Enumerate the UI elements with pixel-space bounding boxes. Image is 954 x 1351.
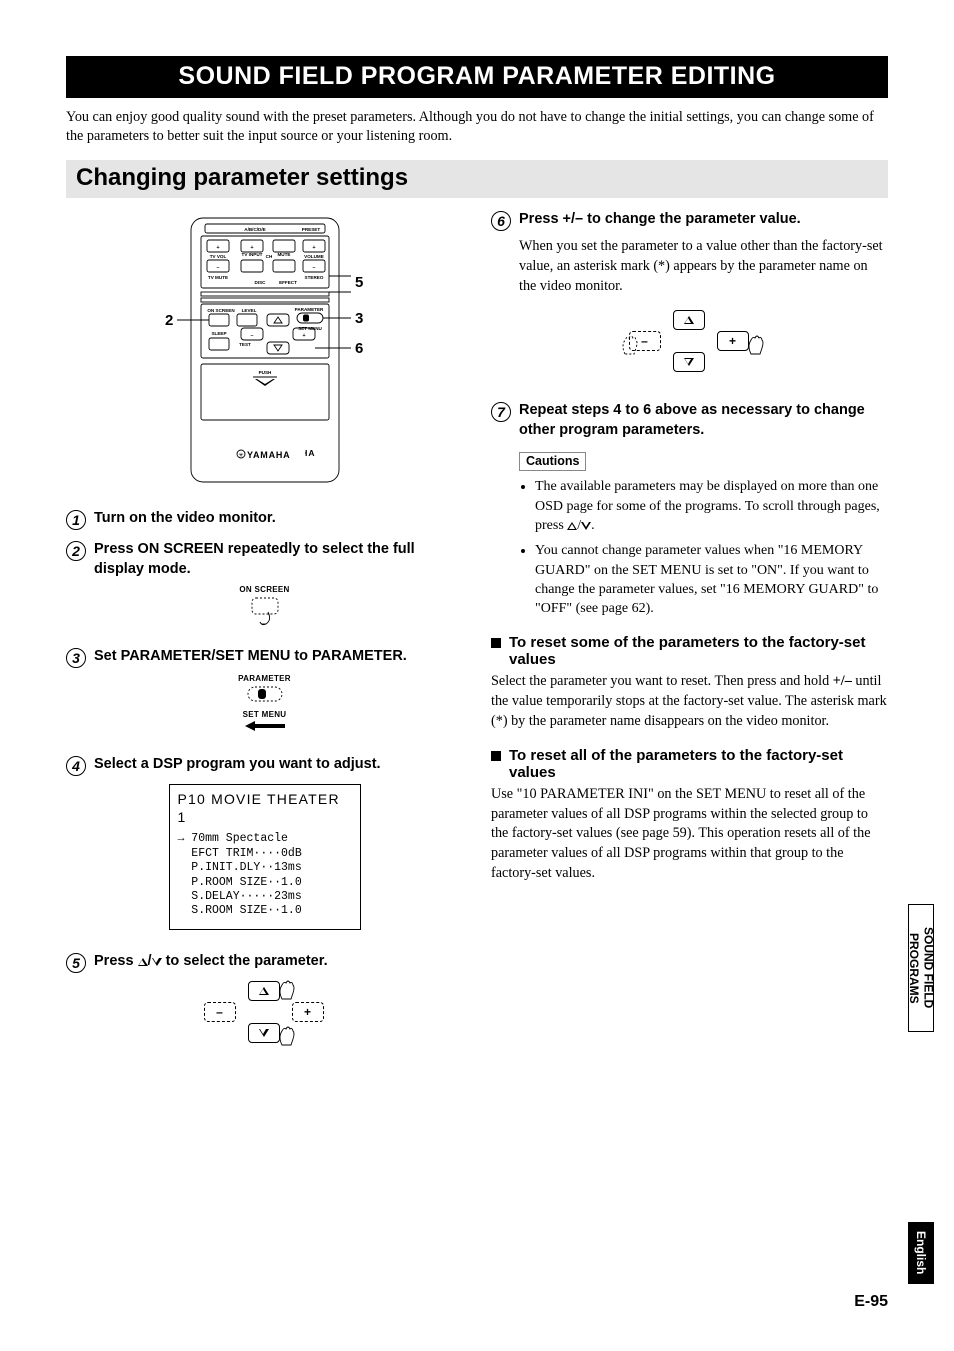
svg-text:+: +: [312, 245, 315, 251]
svg-text:PUSH: PUSH: [258, 370, 271, 375]
cautions-label: Cautions: [519, 452, 586, 471]
subhead-reset-some-body: Select the parameter you want to reset. …: [491, 672, 888, 731]
subhead-reset-all-body: Use "10 PARAMETER INI" on the SET MENU t…: [491, 785, 888, 883]
subhead-reset-all: To reset all of the parameters to the fa…: [491, 747, 888, 781]
remote-diagram: A/B/C/D/E PRESET + + + TV: [66, 212, 463, 493]
svg-text:–: –: [250, 333, 253, 339]
triangle-up-icon: [138, 958, 148, 966]
lbl-preset: PRESET: [301, 227, 320, 232]
step-5-number: 5: [66, 953, 86, 973]
svg-text:SLEEP: SLEEP: [211, 331, 226, 336]
step-6-number: 6: [491, 211, 511, 231]
svg-text:–: –: [216, 265, 219, 271]
svg-text:SET MENU: SET MENU: [298, 326, 322, 331]
side-tab-english: English: [908, 1222, 934, 1284]
svg-text:STEREO: STEREO: [304, 275, 323, 280]
svg-text:5: 5: [355, 274, 363, 291]
svg-text:TV MUTE: TV MUTE: [207, 275, 227, 280]
step-3-illustration: PARAMETER SET MENU: [66, 674, 463, 737]
step-1-number: 1: [66, 510, 86, 530]
step-5-illustration: – +: [66, 979, 463, 1056]
svg-text:LEVEL: LEVEL: [241, 308, 256, 313]
svg-text:+: +: [216, 245, 219, 251]
svg-text:2: 2: [165, 312, 173, 329]
svg-text:–: –: [312, 265, 315, 271]
svg-text:6: 6: [355, 340, 363, 357]
step-7-head: Repeat steps 4 to 6 above as necessary t…: [519, 401, 888, 440]
section-heading: Changing parameter settings: [66, 160, 888, 198]
svg-text:TV VOL: TV VOL: [209, 254, 226, 259]
svg-text:✳: ✳: [238, 452, 243, 459]
svg-text:VOLUME: VOLUME: [304, 254, 324, 259]
side-tab-soundfield: SOUND FIELDPROGRAMS: [908, 904, 934, 1032]
step-6-illustration: – +: [491, 308, 888, 385]
page-banner: SOUND FIELD PROGRAM PARAMETER EDITING: [66, 56, 888, 98]
svg-text:DISC: DISC: [254, 280, 266, 285]
step-2-illustration: ON SCREEN: [66, 585, 463, 633]
step-3-head: Set PARAMETER/SET MENU to PARAMETER.: [94, 647, 407, 667]
subhead-reset-some: To reset some of the parameters to the f…: [491, 634, 888, 668]
step-1-head: Turn on the video monitor.: [94, 509, 276, 529]
svg-text:3: 3: [355, 310, 363, 327]
step-4-head: Select a DSP program you want to adjust.: [94, 755, 381, 775]
triangle-down-icon: [152, 958, 162, 966]
step-2-head: Press ON SCREEN repeatedly to select the…: [94, 540, 463, 579]
svg-text:CH: CH: [265, 254, 272, 259]
step-5-head: Press / to select the parameter.: [94, 952, 328, 972]
svg-text:ON SCREEN: ON SCREEN: [207, 308, 235, 313]
cautions-list: The available parameters may be displaye…: [535, 477, 888, 618]
svg-text:+: +: [250, 245, 253, 251]
svg-text:+: +: [302, 333, 305, 339]
svg-text:YAMAHA: YAMAHA: [247, 450, 290, 460]
svg-text:TEST: TEST: [239, 342, 251, 347]
step-6-body: When you set the parameter to a value ot…: [519, 237, 888, 296]
step-3-number: 3: [66, 648, 86, 668]
svg-text:MUTE: MUTE: [277, 252, 290, 257]
svg-text:TV INPUT: TV INPUT: [241, 252, 262, 257]
lbl-abcde: A/B/C/D/E: [244, 227, 265, 232]
step-6-head: Press +/– to change the parameter value.: [519, 210, 801, 230]
svg-text:EFFECT: EFFECT: [279, 280, 297, 285]
step-7-number: 7: [491, 402, 511, 422]
step-2-number: 2: [66, 541, 86, 561]
intro-text: You can enjoy good quality sound with th…: [66, 108, 888, 146]
osd-screen: P10 MOVIE THEATER 1 → 70mm Spectacle EFC…: [169, 784, 361, 929]
step-4-number: 4: [66, 756, 86, 776]
svg-text:PARAMETER: PARAMETER: [294, 307, 323, 312]
page-number: E-95: [854, 1293, 888, 1311]
